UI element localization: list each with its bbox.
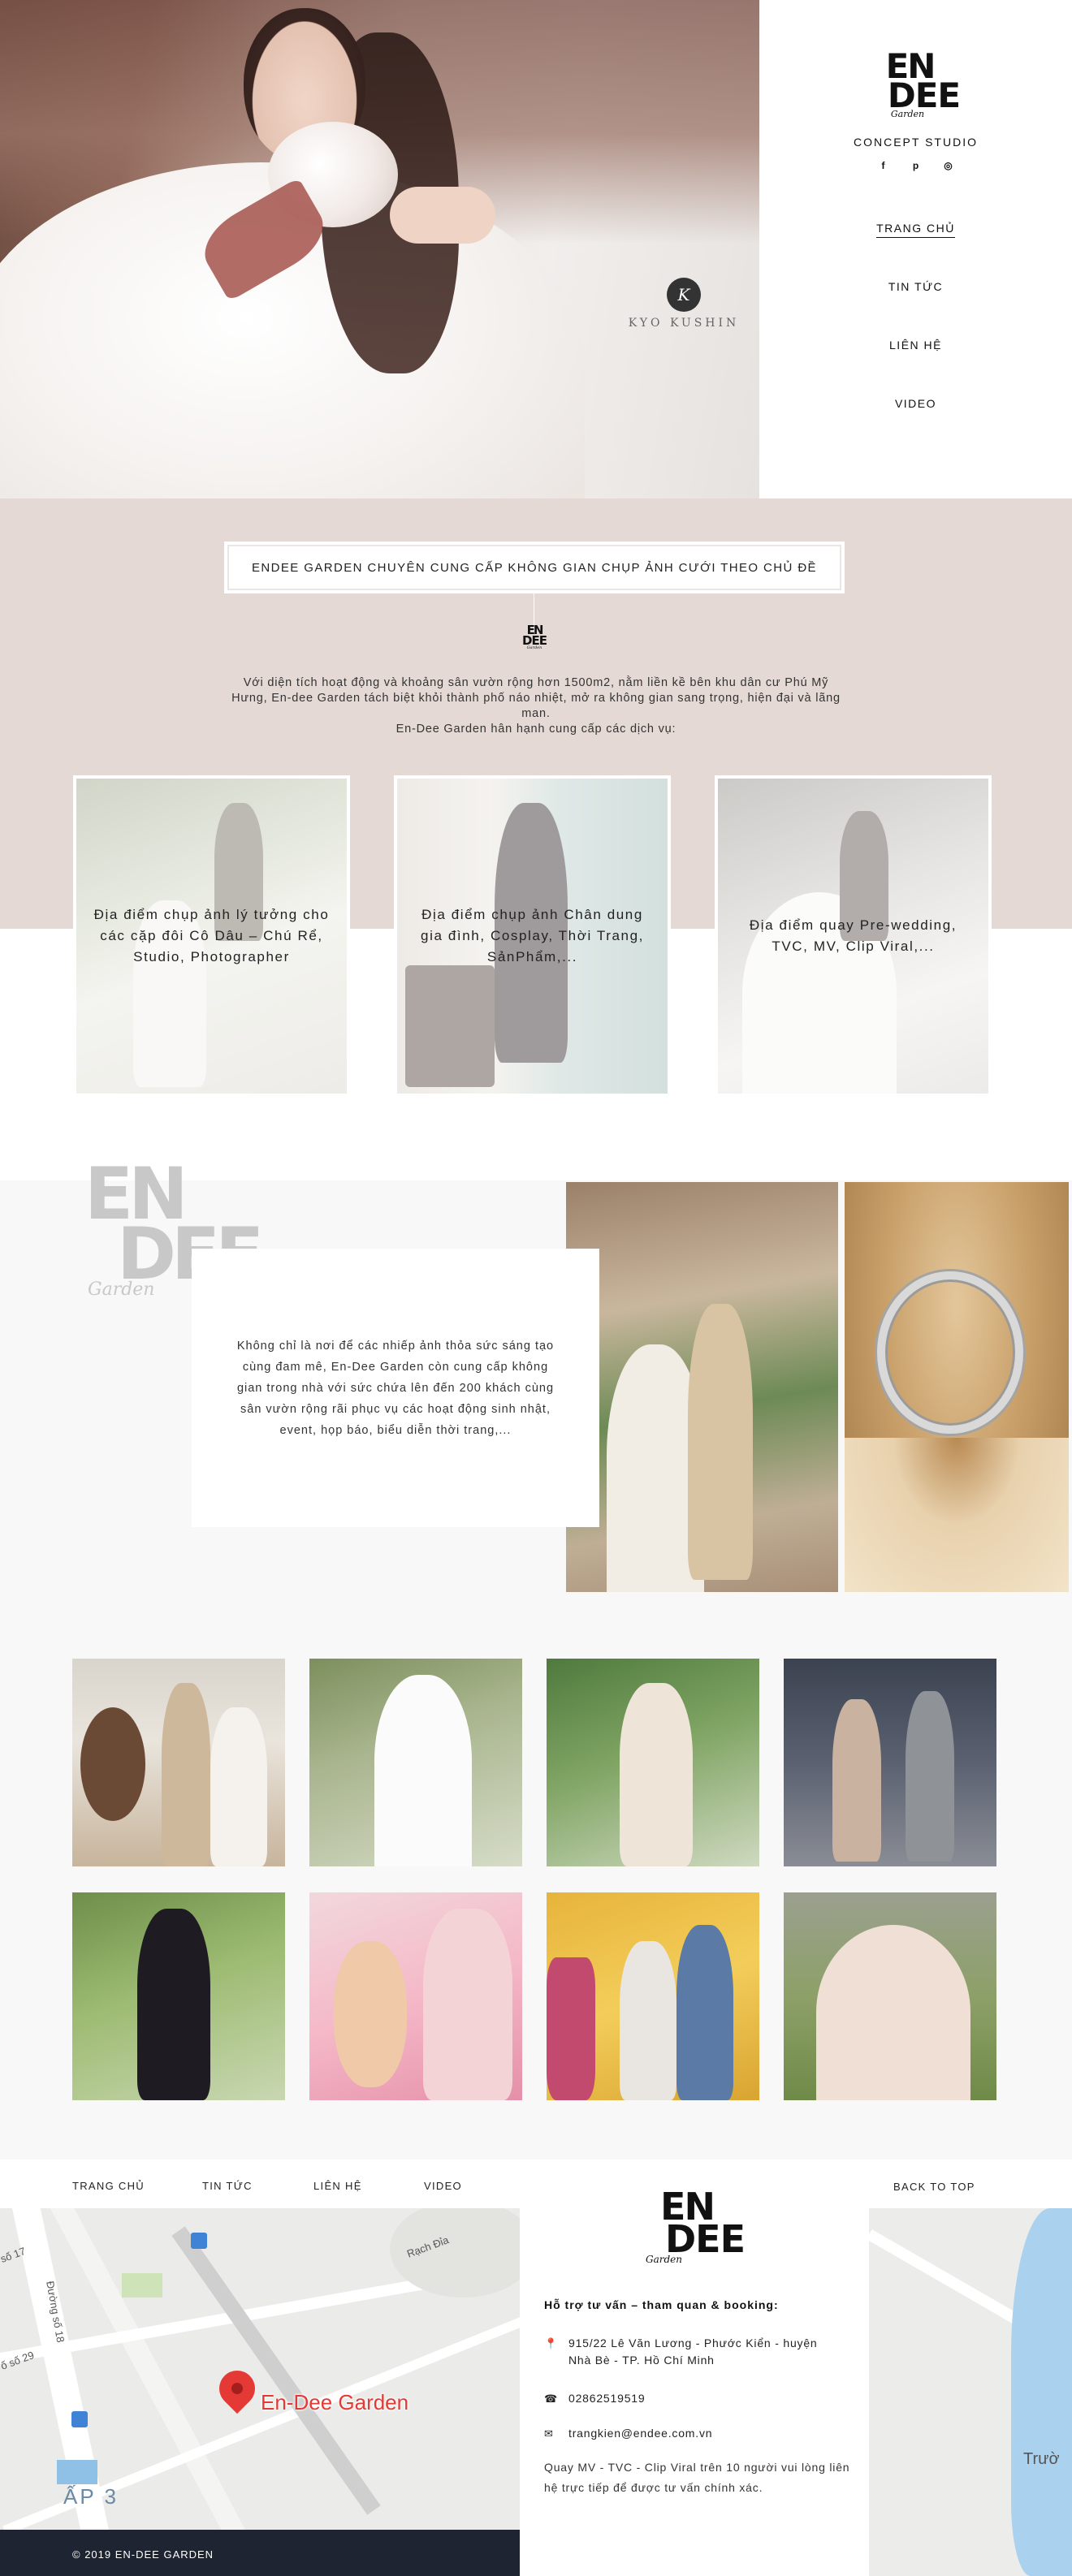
intro-paragraph: Với diện tích hoạt động và khoảng sân vư… (231, 676, 841, 720)
page: K KYO KUSHIN EN DEE Garden CONCEPT STUDI… (0, 0, 1072, 2576)
ring-shape (877, 1271, 1023, 1434)
bride-figure (374, 1675, 472, 1866)
watermark-text: KYO KUSHIN (628, 317, 740, 330)
footer-nav-home[interactable]: TRANG CHỦ (72, 2180, 145, 2192)
mail-icon: ✉ (544, 2427, 554, 2440)
ring-photo (845, 1182, 1069, 1592)
email-text: trangkien@endee.com.vn (568, 2427, 713, 2440)
gallery-photo[interactable] (547, 1892, 759, 2100)
service-card[interactable]: Địa điểm quay Pre-wedding, TVC, MV, Clip… (715, 775, 992, 1097)
teddy-bear-shape (80, 1707, 145, 1821)
map-area-label: ẤP 3 (63, 2484, 119, 2509)
site-logo[interactable]: EN DEE Garden (871, 50, 962, 119)
gallery-photo[interactable] (309, 1659, 522, 1866)
nav-item-label: TIN TỨC (888, 280, 944, 293)
facebook-icon[interactable]: f (878, 160, 889, 171)
groom-figure (688, 1304, 753, 1580)
footer-nav-news[interactable]: TIN TỨC (202, 2180, 253, 2192)
photographer-watermark: K KYO KUSHIN (611, 278, 757, 330)
location-map[interactable]: Rạch Đỉa Đường số 18 số 17 ố số 29 ẤP 3 (0, 2208, 520, 2530)
nav-item-home[interactable]: TRANG CHỦ (759, 220, 1072, 278)
gallery-photo[interactable] (784, 1892, 996, 2100)
nav-item-label: LIÊN HỆ (889, 339, 942, 352)
service-card-label: Địa điểm quay Pre-wedding, TVC, MV, Clip… (749, 917, 957, 954)
service-card-image: Địa điểm chụp ảnh Chân dung gia đình, Co… (397, 779, 668, 1094)
nav-item-label: VIDEO (894, 397, 937, 410)
bride-figure (210, 1707, 267, 1866)
location-icon: 📍 (544, 2337, 558, 2349)
watermark-mark: K (667, 278, 701, 312)
instagram-icon[interactable]: ◎ (943, 160, 954, 171)
map-river (1011, 2208, 1072, 2576)
intro-mini-logo: EN DEE Garden (518, 624, 551, 650)
pinterest-icon[interactable]: p (910, 160, 922, 171)
logo-line-2: DEE (887, 76, 961, 115)
woman-figure (620, 1941, 676, 2100)
map-pin-label: En-Dee Garden (261, 2390, 409, 2414)
couple-photo (566, 1182, 838, 1592)
footer-logo[interactable]: EN DEE Garden (646, 2188, 746, 2264)
service-card-label: Địa điểm chụp ảnh Chân dung gia đình, Co… (421, 907, 644, 964)
map-side[interactable]: Trườ (869, 2208, 1072, 2576)
man-figure (906, 1691, 954, 1862)
address-text: 915/22 Lê Văn Lương - Phước Kiển - huyện… (568, 2337, 818, 2367)
intro-banner: ENDEE GARDEN CHUYÊN CUNG CẤP KHÔNG GIAN … (224, 542, 845, 593)
intro-services-lead: En-Dee Garden hân hạnh cung cấp các dịch… (396, 723, 676, 736)
intro-text: Với diện tích hoạt động và khoảng sân vư… (227, 675, 845, 737)
map-water (57, 2460, 97, 2484)
gallery-photo[interactable] (309, 1892, 522, 2100)
contact-phone[interactable]: ☎ 02862519519 (544, 2390, 645, 2407)
gallery-photo[interactable] (547, 1659, 759, 1866)
contact-email[interactable]: ✉ trangkien@endee.com.vn (544, 2425, 712, 2442)
map-park (122, 2273, 162, 2298)
bride-figure (816, 1925, 970, 2100)
woman-figure (137, 1909, 210, 2100)
back-to-top-link[interactable]: BACK TO TOP (893, 2181, 975, 2193)
about-text: Không chỉ là nơi để các nhiếp ảnh thỏa s… (236, 1339, 555, 1437)
copyright-bar: © 2019 EN-DEE GARDEN (0, 2530, 520, 2576)
gallery-photo[interactable] (72, 1659, 285, 1866)
gallery-photo[interactable] (72, 1892, 285, 2100)
header-sidebar: EN DEE Garden CONCEPT STUDIO f p ◎ TRANG… (759, 0, 1072, 498)
nav-item-news[interactable]: TIN TỨC (759, 278, 1072, 337)
bride-figure (620, 1683, 693, 1866)
phone-text: 02862519519 (568, 2392, 646, 2405)
contact-note: Quay MV - TVC - Clip Viral trên 10 người… (544, 2461, 850, 2494)
bus-stop-icon (191, 2233, 207, 2249)
copyright-text: © 2019 EN-DEE GARDEN (72, 2548, 214, 2561)
service-card-image: Địa điểm quay Pre-wedding, TVC, MV, Clip… (718, 779, 988, 1094)
hero-image (0, 0, 759, 498)
service-card[interactable]: Địa điểm chụp ảnh lý tưởng cho các cặp đ… (73, 775, 350, 1097)
service-card-image: Địa điểm chụp ảnh lý tưởng cho các cặp đ… (76, 779, 347, 1094)
footer-nav-contact[interactable]: LIÊN HỆ (313, 2180, 362, 2192)
brand-tagline: CONCEPT STUDIO (854, 136, 978, 149)
phone-icon: ☎ (544, 2393, 558, 2405)
service-card[interactable]: Địa điểm chụp ảnh Chân dung gia đình, Co… (394, 775, 671, 1097)
mother-figure (423, 1909, 512, 2100)
groom-figure (162, 1683, 210, 1866)
flowers-shape (547, 1957, 595, 2100)
man-figure (676, 1925, 733, 2100)
contact-address: 📍 915/22 Lê Văn Lương - Phước Kiển - huy… (544, 2335, 828, 2369)
hero-arm (390, 187, 495, 244)
main-nav: TRANG CHỦ TIN TỨC LIÊN HỆ VIDEO (759, 220, 1072, 454)
contact-title: Hỗ trợ tư vấn – tham quan & booking: (544, 2298, 779, 2311)
about-text-box: Không chỉ là nơi để các nhiếp ảnh thỏa s… (192, 1249, 599, 1527)
social-links: f p ◎ (759, 160, 1072, 171)
nav-item-contact[interactable]: LIÊN HỆ (759, 337, 1072, 395)
service-card-label: Địa điểm chụp ảnh lý tưởng cho các cặp đ… (93, 907, 330, 964)
map-label: Trườ (1023, 2450, 1060, 2468)
footer-logo-line-2: DEE (665, 2217, 746, 2261)
nav-item-video[interactable]: VIDEO (759, 395, 1072, 454)
woman-figure (832, 1699, 881, 1862)
book-pages (845, 1438, 1069, 1592)
nav-item-label: TRANG CHỦ (876, 222, 955, 238)
footer-nav-video[interactable]: VIDEO (424, 2180, 462, 2192)
gallery-photo[interactable] (784, 1659, 996, 1866)
bus-stop-icon (71, 2411, 88, 2427)
baby-figure (334, 1941, 407, 2087)
